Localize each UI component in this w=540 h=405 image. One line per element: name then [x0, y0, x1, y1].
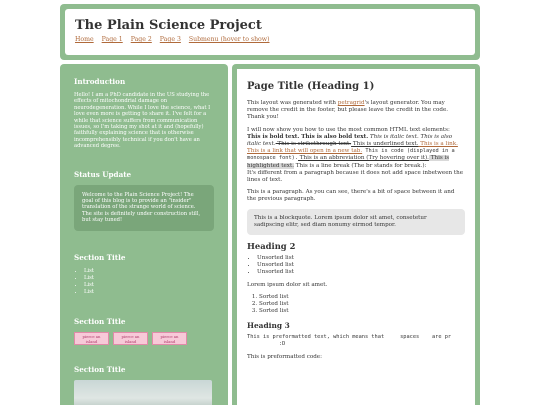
line-break-text: This is a line break (The br stands for … — [294, 162, 427, 169]
blockquote: This is a blockquote. Lorem ipsum dolor … — [247, 208, 465, 236]
sidebar-image — [74, 379, 212, 405]
petragrid-link[interactable]: petragrid — [338, 100, 365, 106]
lorem-text: Lorem ipsum dolor sit amet. — [247, 281, 328, 288]
sorted-list: Sorted list Sorted list Sorted list — [247, 294, 465, 316]
intro-line: I will now show you how to use the most … — [247, 126, 450, 133]
preformatted-code-label: This is preformatted code: — [247, 354, 322, 361]
list-item: Unsorted list — [257, 255, 465, 262]
site-title: The Plain Science Project — [75, 18, 262, 33]
nav-page-1[interactable]: Page 1 — [102, 36, 123, 43]
credit-text: This layout was generated with — [247, 100, 338, 106]
credit-paragraph: This layout was generated with petragrid… — [247, 100, 465, 122]
underlined-text: This is underlined text. — [351, 141, 419, 148]
nav-page-3[interactable]: Page 3 — [160, 36, 181, 43]
sidebar-list: List List List List — [74, 268, 214, 297]
status-heading: Status Update — [74, 169, 132, 179]
badge-row: pierce an island pierce an island pierce… — [74, 331, 214, 345]
nav-page-2[interactable]: Page 2 — [131, 36, 152, 43]
list-item: Sorted list — [259, 294, 465, 301]
unsorted-list: Unsorted list Unsorted list Unsorted lis… — [247, 255, 465, 277]
badge-button[interactable]: pierce an island — [152, 331, 187, 345]
italic-text: This is italic text. — [368, 133, 419, 140]
list-item: Sorted list — [259, 301, 465, 308]
sample-link[interactable]: This is a link. — [418, 141, 458, 147]
abbreviation[interactable]: This is an abbreviation (Try hovering ov… — [298, 155, 429, 161]
sidebar: Introduction Hello! I am a PhD candidate… — [60, 64, 228, 405]
preformatted-text: This is preformatted text, which means t… — [247, 334, 452, 348]
list-item: Sorted list — [259, 308, 465, 315]
paragraph: This is a paragraph. As you can see, the… — [247, 189, 455, 203]
list-item: Unsorted list — [257, 269, 465, 276]
bold-text: This is bold text. — [247, 133, 300, 140]
badge-button[interactable]: pierce an island — [74, 331, 109, 345]
section-heading-3: Section Title — [74, 364, 126, 374]
section-heading-2: Section Title — [74, 316, 126, 326]
strikethrough-text: This is strikethrough text. — [275, 141, 352, 148]
elements-paragraph: I will now show you how to use the most … — [247, 127, 465, 185]
nav-bar: Home Page 1 Page 2 Page 3 Submenu (hover… — [75, 36, 465, 43]
after-break-text: It's different from a paragraph because … — [247, 169, 464, 184]
list-item: List — [84, 289, 214, 296]
page-title: Page Title (Heading 1) — [247, 81, 375, 92]
intro-text: Hello! I am a PhD candidate in the US st… — [74, 92, 211, 150]
header-inner: The Plain Science Project Home Page 1 Pa… — [65, 9, 475, 55]
intro-heading: Introduction — [74, 77, 126, 86]
new-tab-link[interactable]: This is a link that will open in a new t… — [247, 148, 362, 154]
heading-3: Heading 3 — [247, 321, 290, 331]
nav-submenu[interactable]: Submenu (hover to show) — [189, 36, 270, 43]
nav-home[interactable]: Home — [75, 36, 94, 43]
main-inner: Page Title (Heading 1) This layout was g… — [237, 69, 475, 405]
list-item: List — [84, 275, 214, 282]
main-content: Page Title (Heading 1) This layout was g… — [232, 64, 480, 405]
badge-button[interactable]: pierce an island — [113, 331, 148, 345]
section-heading-1: Section Title — [74, 252, 126, 262]
list-item: Unsorted list — [257, 262, 465, 269]
header: The Plain Science Project Home Page 1 Pa… — [60, 4, 480, 60]
status-box: Welcome to the Plain Science Project! Th… — [74, 184, 214, 231]
heading-2: Heading 2 — [247, 241, 296, 252]
bold-text-2: This is also bold text. — [299, 133, 369, 140]
list-item: List — [84, 282, 214, 289]
list-item: List — [84, 268, 214, 275]
